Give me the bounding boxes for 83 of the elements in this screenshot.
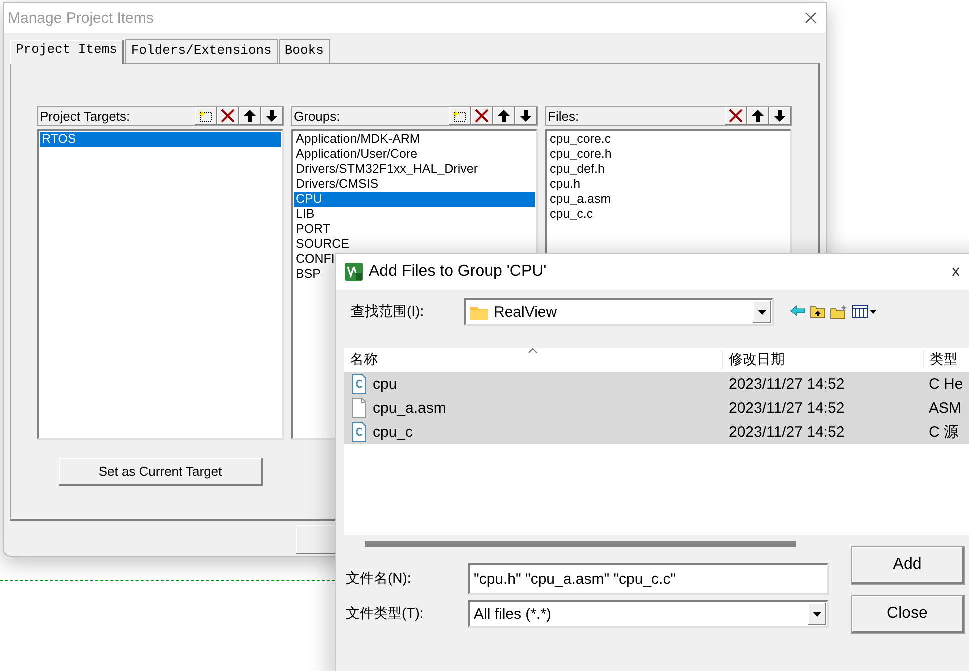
toolbar-button[interactable] [261, 107, 283, 125]
list-item[interactable]: cpu_core.c [548, 132, 789, 147]
toolbar-button[interactable] [769, 107, 791, 125]
list-item[interactable]: Application/User/Core [294, 147, 535, 162]
dialog-button[interactable]: Close [852, 596, 964, 633]
sort-caret-icon [528, 348, 538, 354]
file-type: ASM [928, 400, 962, 416]
list-item[interactable]: Drivers/STM32F1xx_HAL_Driver [294, 162, 535, 177]
panel-title: Files: [548, 108, 580, 124]
window-title: Add Files to Group 'CPU' [369, 263, 548, 281]
toolbar-button[interactable] [217, 107, 239, 125]
file-row[interactable]: cpu 2023/11/27 14:52 C He [344, 372, 969, 396]
new-item-icon [199, 109, 213, 123]
list-item[interactable]: cpu_c.c [548, 207, 789, 222]
code-file-icon [352, 422, 367, 442]
toolbar-button[interactable] [515, 107, 537, 125]
field-label: 文件名(N): [346, 570, 412, 588]
list-item[interactable]: CPU [294, 192, 535, 207]
down-arrow-icon [519, 109, 533, 123]
file-row[interactable]: cpu_c 2023/11/27 14:52 C 源 [344, 420, 969, 444]
code-file-icon [352, 374, 367, 394]
file-name-field[interactable]: "cpu.h" "cpu_a.asm" "cpu_c.c" [468, 563, 829, 595]
up-arrow-icon [497, 109, 511, 123]
set-target-button[interactable]: Set as Current Target [59, 458, 263, 486]
file-name: cpu_a.asm [373, 400, 446, 416]
column-header[interactable]: 类型 [923, 351, 969, 369]
list-item[interactable]: cpu_def.h [548, 162, 789, 177]
list-item[interactable]: Drivers/CMSIS [294, 177, 535, 192]
file-date: 2023/11/27 14:52 [728, 424, 846, 440]
up-arrow-icon [751, 109, 765, 123]
close-icon[interactable] [804, 11, 818, 25]
dialog-button[interactable]: Add [852, 547, 964, 584]
scrollbar-thumb[interactable] [365, 541, 796, 547]
toolbar-button[interactable] [493, 107, 515, 125]
toolbar-button[interactable] [471, 107, 493, 125]
list-item[interactable]: RTOS [40, 132, 281, 147]
new-item-icon [453, 109, 467, 123]
tab[interactable]: Project Items [10, 40, 124, 64]
column-header[interactable]: 名称 [344, 351, 722, 369]
toolbar-button[interactable] [747, 107, 769, 125]
close-icon[interactable] [952, 265, 960, 279]
file-type: C 源 [928, 422, 959, 442]
down-arrow-icon [265, 109, 279, 123]
dropdown-arrow-icon [758, 310, 766, 314]
list-item[interactable]: PORT [294, 222, 535, 237]
file-date: 2023/11/27 14:52 [728, 376, 846, 392]
tab[interactable]: Books [278, 39, 330, 63]
list-item[interactable]: cpu.h [548, 177, 789, 192]
down-arrow-icon [773, 109, 787, 123]
toolbar-button[interactable] [195, 107, 217, 125]
up-arrow-icon [243, 109, 257, 123]
list-item[interactable]: Application/MDK-ARM [294, 132, 535, 147]
view-menu-icon[interactable] [852, 304, 878, 320]
file-name: cpu [373, 376, 398, 392]
field-label: 文件类型(T): [346, 605, 425, 623]
file-type-dropdown[interactable]: All files (*.*) [468, 600, 829, 628]
field-label: 查找范围(I): [351, 303, 426, 321]
file-row[interactable]: cpu_a.asm 2023/11/27 14:52 ASM [344, 396, 969, 420]
delete-icon [221, 109, 235, 123]
delete-icon [729, 109, 743, 123]
folder-up-icon[interactable] [810, 304, 826, 320]
toolbar-button[interactable] [725, 107, 747, 125]
panel-title: Groups: [294, 108, 340, 124]
column-header[interactable]: 修改日期 [722, 351, 923, 369]
file-date: 2023/11/27 14:52 [728, 400, 846, 416]
toolbar-button[interactable] [449, 107, 471, 125]
toolbar-button[interactable] [239, 107, 261, 125]
app-icon [345, 263, 363, 281]
dropdown-arrow-icon [812, 612, 822, 616]
list-item[interactable]: LIB [294, 207, 535, 222]
list-item[interactable]: cpu_core.h [548, 147, 789, 162]
folder-icon [470, 304, 488, 320]
new-folder-icon[interactable] [830, 304, 848, 320]
folder-dropdown[interactable]: RealView [464, 298, 774, 326]
file-icon [352, 398, 367, 418]
list-item[interactable]: cpu_a.asm [548, 192, 789, 207]
list-item[interactable]: SOURCE [294, 237, 535, 252]
delete-icon [475, 109, 489, 123]
file-type: C He [928, 376, 964, 392]
tab[interactable]: Folders/Extensions [125, 39, 278, 63]
panel-title: Project Targets: [40, 108, 130, 124]
file-name: cpu_c [373, 424, 414, 440]
window-title: Manage Project Items [8, 10, 154, 26]
